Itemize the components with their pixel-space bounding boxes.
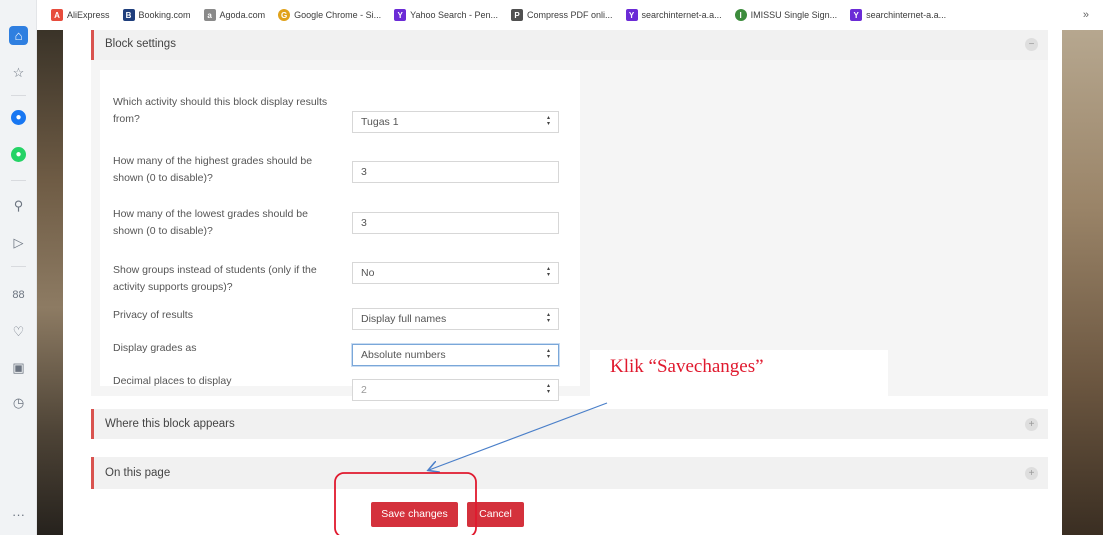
background-photo-right (1062, 30, 1103, 535)
settings-form: Which activity should this block display… (100, 70, 580, 401)
bookmark-google-chrome[interactable]: G Google Chrome - Si... (278, 9, 381, 21)
page-content: Block settings − Which activity should t… (63, 30, 1062, 535)
display-grades-label: Display grades as (113, 342, 197, 354)
decimal-places-select[interactable]: 2 (352, 379, 559, 401)
send-icon[interactable]: ▷ (9, 233, 28, 252)
yahoo-icon: Y (625, 9, 638, 21)
privacy-label: Privacy of results (113, 309, 193, 321)
bookmark-label: AliExpress (67, 10, 110, 20)
activity-label: Which activity should this block display… (113, 96, 328, 125)
highest-grades-label: How many of the highest grades should be… (113, 155, 313, 184)
bookmarks-bar: A AliExpress B Booking.com a Agoda.com G… (37, 0, 1103, 30)
agoda-icon: a (203, 9, 216, 21)
bookmark-label: searchinternet-a.a... (866, 10, 947, 20)
section-title: On this page (105, 467, 171, 479)
bookmark-label: Google Chrome - Si... (294, 10, 382, 20)
section-title: Block settings (105, 38, 176, 50)
show-groups-label: Show groups instead of students (only if… (113, 264, 317, 293)
bookmarks-star-icon[interactable]: ☆ (9, 63, 28, 82)
annotation-callout-text: Klik “Savechanges” (610, 356, 764, 377)
sidebar-divider (11, 95, 26, 96)
show-groups-select[interactable]: No (352, 262, 559, 284)
bookmark-searchinternet-1[interactable]: Y searchinternet-a.a... (625, 9, 722, 21)
expand-icon[interactable]: + (1025, 467, 1038, 480)
section-where-block-appears[interactable]: Where this block appears + (91, 409, 1048, 439)
bookmark-label: searchinternet-a.a... (641, 10, 722, 20)
booking-icon: B (122, 9, 135, 21)
background-photo-left (37, 30, 63, 535)
section-block-settings[interactable]: Block settings − (91, 30, 1048, 60)
bookmark-label: Booking.com (138, 10, 191, 20)
privacy-select[interactable]: Display full names (352, 308, 559, 330)
yahoo-icon: Y (850, 9, 863, 21)
bookmark-label: Compress PDF onli... (527, 10, 613, 20)
apps-grid-icon[interactable]: 88 (9, 285, 28, 304)
sidebar-divider (11, 266, 26, 267)
bookmark-label: Agoda.com (219, 10, 266, 20)
bookmark-searchinternet-2[interactable]: Y searchinternet-a.a... (850, 9, 946, 21)
browser-sidebar: ⌂ ☆ ● ● ⚲ ▷ 88 ♡ ▣ ◷ ··· (0, 0, 37, 535)
highest-grades-input[interactable]: 3 (352, 161, 559, 183)
imissu-icon: I (734, 9, 747, 21)
display-grades-select[interactable]: Absolute numbers (352, 344, 559, 366)
more-options-icon[interactable]: ··· (9, 505, 28, 524)
chrome-icon: G (278, 9, 291, 21)
history-clock-icon[interactable]: ◷ (9, 393, 28, 412)
lowest-grades-label: How many of the lowest grades should be … (113, 208, 308, 237)
bookmark-label: IMISSU Single Sign... (750, 10, 838, 20)
browser-home-icon[interactable]: ⌂ (9, 26, 28, 45)
heart-icon[interactable]: ♡ (9, 322, 28, 341)
messenger-icon[interactable]: ● (11, 110, 26, 125)
lowest-grades-input[interactable]: 3 (352, 212, 559, 234)
activity-select[interactable]: Tugas 1 (352, 111, 559, 133)
bookmark-imissu[interactable]: I IMISSU Single Sign... (734, 9, 838, 21)
search-icon[interactable]: ⚲ (9, 196, 28, 215)
sidebar-divider (11, 180, 26, 181)
more-bookmarks-button[interactable]: » (1083, 9, 1089, 21)
bookmark-yahoo-search[interactable]: Y Yahoo Search - Pen... (394, 9, 498, 21)
wallet-icon[interactable]: ▣ (9, 358, 28, 377)
bookmark-compress-pdf[interactable]: P Compress PDF onli... (511, 9, 613, 21)
yahoo-icon: Y (394, 9, 407, 21)
bookmark-label: Yahoo Search - Pen... (410, 10, 499, 20)
block-settings-body: Which activity should this block display… (91, 60, 1048, 401)
section-title: Where this block appears (105, 418, 235, 430)
aliexpress-icon: A (51, 9, 63, 21)
bookmark-aliexpress[interactable]: A AliExpress (51, 9, 110, 21)
collapse-icon[interactable]: − (1025, 38, 1038, 51)
decimal-places-label: Decimal places to display (113, 375, 232, 387)
bookmark-agoda[interactable]: a Agoda.com (203, 9, 266, 21)
section-on-this-page[interactable]: On this page + (91, 457, 1048, 489)
save-changes-button[interactable]: Save changes (371, 502, 458, 527)
expand-icon[interactable]: + (1025, 418, 1038, 431)
cancel-button[interactable]: Cancel (467, 502, 524, 527)
bookmark-booking[interactable]: B Booking.com (122, 9, 191, 21)
whatsapp-icon[interactable]: ● (11, 147, 26, 162)
pdf-icon: P (511, 9, 524, 21)
